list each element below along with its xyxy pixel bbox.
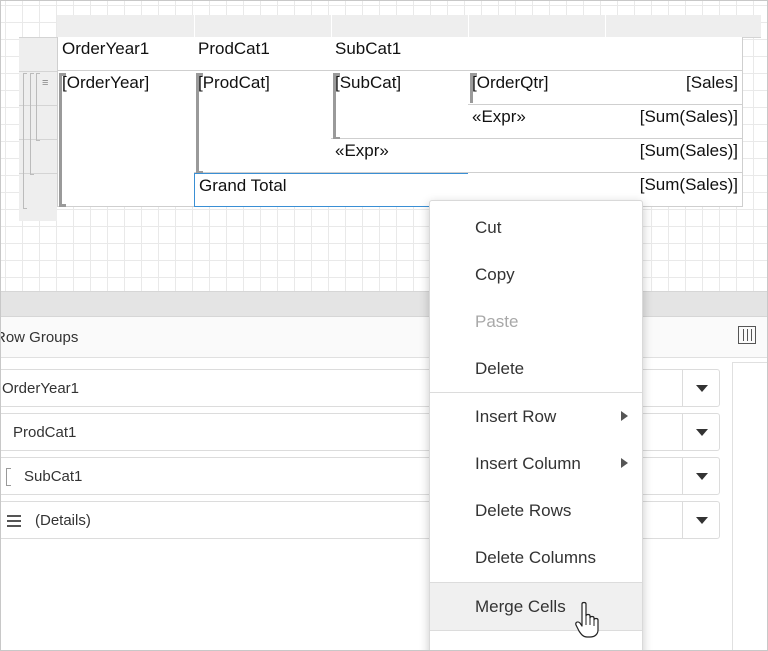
- submenu-arrow-icon: [621, 458, 628, 468]
- cell-orderqtr[interactable]: [OrderQtr]: [468, 71, 606, 105]
- column-handles[interactable]: [57, 15, 761, 38]
- cell-empty[interactable]: [468, 139, 606, 173]
- column-groups-icon[interactable]: [738, 326, 756, 344]
- column-groups-panel: [732, 362, 767, 650]
- group-cell-bracket: [333, 73, 340, 140]
- row-handle-divider: [19, 71, 57, 72]
- cell-grand-total-selected[interactable]: Grand Total: [194, 173, 469, 207]
- header-cell-prodcat[interactable]: ProdCat1: [194, 37, 332, 71]
- group-cell-bracket: [196, 73, 203, 174]
- row-group-label: OrderYear1: [2, 380, 79, 397]
- panel-splitter[interactable]: [1, 291, 767, 317]
- row-group-dropdown[interactable]: [682, 458, 719, 494]
- header-cell-subcat[interactable]: SubCat1: [331, 37, 469, 71]
- header-cell-empty[interactable]: [468, 37, 606, 71]
- menu-item-insert-row[interactable]: Insert Row: [430, 393, 642, 440]
- row-handle-divider: [19, 37, 57, 38]
- details-row-icon: ≡: [42, 77, 49, 89]
- hand-pointer-icon: [575, 601, 599, 638]
- submenu-arrow-icon: [621, 411, 628, 421]
- row-group-label: SubCat1: [24, 468, 83, 485]
- menu-separator: [430, 630, 642, 631]
- menu-item-cut[interactable]: Cut: [430, 204, 642, 251]
- details-lines-icon: [7, 515, 21, 527]
- menu-item-insert-column[interactable]: Insert Column: [430, 440, 642, 487]
- cell-prodcat[interactable]: [ProdCat]: [194, 71, 332, 173]
- context-menu: Cut Copy Paste Delete Insert Row Insert …: [429, 200, 643, 650]
- panel-title: Row Groups: [0, 329, 79, 346]
- column-handle-divider: [605, 15, 606, 37]
- menu-item-delete[interactable]: Delete: [430, 345, 642, 392]
- column-handle-divider: [331, 15, 332, 37]
- menu-item-delete-rows[interactable]: Delete Rows: [430, 487, 642, 534]
- menu-item-paste: Paste: [475, 312, 519, 331]
- row-group-label: (Details): [35, 512, 91, 529]
- design-surface[interactable]: ≡ OrderYear1 ProdCat1 SubCat1 [OrderYear…: [1, 1, 767, 291]
- cell-sum-sales[interactable]: [Sum(Sales)]: [605, 139, 743, 173]
- row-group-label: ProdCat1: [13, 424, 77, 441]
- cell-subcat[interactable]: [SubCat]: [331, 71, 469, 139]
- row-group-dropdown[interactable]: [682, 414, 719, 450]
- menu-item-copy[interactable]: Copy: [430, 251, 642, 298]
- group-bracket: [30, 73, 34, 175]
- cell-sales[interactable]: [Sales]: [605, 71, 743, 105]
- menu-item-merge-cells[interactable]: Merge Cells: [430, 583, 642, 630]
- group-bracket-icon: [6, 468, 11, 486]
- cell-sum-sales[interactable]: [Sum(Sales)]: [605, 105, 743, 139]
- group-cell-bracket: [59, 73, 66, 207]
- groups-panel-header: Row Groups: [1, 317, 767, 358]
- group-bracket: [36, 73, 40, 141]
- cell-orderyear[interactable]: [OrderYear]: [57, 71, 195, 207]
- group-cell-bracket: [470, 73, 477, 103]
- row-group-dropdown[interactable]: [682, 502, 719, 538]
- cell-expr-subcat[interactable]: «Expr»: [331, 139, 469, 173]
- row-handles[interactable]: ≡: [19, 37, 57, 221]
- menu-item-label: Insert Column: [475, 454, 581, 473]
- menu-item-delete-columns[interactable]: Delete Columns: [430, 534, 642, 581]
- column-handle-divider: [194, 15, 195, 37]
- menu-item-label: Insert Row: [475, 407, 557, 426]
- row-group-dropdown[interactable]: [682, 370, 719, 406]
- groups-panel: Row Groups OrderYear1 ProdCat1 SubCat1 (…: [1, 317, 767, 650]
- cell-expr-qtr[interactable]: «Expr»: [468, 105, 606, 139]
- column-handle-divider: [468, 15, 469, 37]
- header-cell-empty[interactable]: [605, 37, 743, 71]
- group-bracket: [23, 73, 27, 209]
- report-designer: ≡ OrderYear1 ProdCat1 SubCat1 [OrderYear…: [0, 0, 768, 651]
- header-cell-orderyear[interactable]: OrderYear1: [57, 37, 195, 71]
